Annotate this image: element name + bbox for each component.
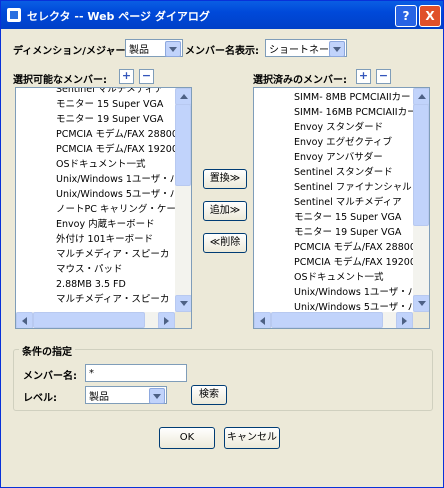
list-item[interactable]: モニター 19 Super VGA (16, 112, 175, 127)
collapse-available-button[interactable]: − (139, 69, 154, 84)
list-item[interactable]: Unix/Windows 1ユーザ・パック (254, 285, 413, 300)
chevron-down-icon[interactable] (329, 41, 345, 57)
app-icon (7, 8, 21, 22)
list-item[interactable]: Unix/Windows 1ユーザ・パック (16, 172, 175, 187)
chevron-down-icon[interactable] (165, 41, 181, 57)
scroll-corner (413, 312, 429, 328)
list-item[interactable]: 外付け 101キーボード (16, 232, 175, 247)
member-display-select[interactable]: ショートネーム (265, 39, 347, 57)
list-item[interactable]: Unix/Windows 5ユーザ・パック (16, 187, 175, 202)
list-item[interactable]: Sentinel マルチメディア (16, 88, 175, 97)
list-item[interactable]: Sentinel マルチメディア (254, 195, 413, 210)
scroll-right-icon[interactable] (158, 312, 175, 328)
scroll-thumb[interactable] (175, 104, 191, 186)
help-button[interactable]: ? (395, 5, 417, 27)
available-label: 選択可能なメンバー: (13, 75, 107, 86)
scroll-left-icon[interactable] (254, 312, 271, 328)
dimension-value: 製品 (129, 45, 149, 56)
chevron-down-icon[interactable] (149, 388, 165, 404)
list-item[interactable]: Envoy エグゼクティブ (254, 135, 413, 150)
selected-label: 選択済みのメンバー: (253, 75, 347, 86)
remove-button[interactable]: ≪削除 (203, 233, 247, 253)
list-item[interactable]: マルチメディア・スピーカ (16, 247, 175, 262)
list-item[interactable]: SIMM- 16MB PCMCIAIIカード (254, 105, 413, 120)
cancel-button[interactable]: キャンセル (224, 427, 280, 449)
scroll-corner (175, 312, 191, 328)
search-button[interactable]: 検索 (191, 385, 227, 405)
list-item[interactable]: マルチメディア・スピーカ (16, 292, 175, 307)
horizontal-scrollbar[interactable] (254, 312, 413, 328)
close-button[interactable]: X (419, 5, 441, 27)
horizontal-scrollbar[interactable] (16, 312, 175, 328)
list-item[interactable]: マウス・パッド (16, 262, 175, 277)
scroll-up-icon[interactable] (413, 88, 429, 105)
ok-button[interactable]: OK (159, 427, 215, 449)
selected-list[interactable]: SIMM- 8MB PCMCIAIIカード SIMM- 16MB PCMCIAII… (253, 87, 430, 329)
list-item[interactable]: Sentinel ファイナンシャル (254, 180, 413, 195)
list-item[interactable]: Envoy スタンダード (254, 120, 413, 135)
scroll-right-icon[interactable] (396, 312, 413, 328)
vertical-scrollbar[interactable] (413, 88, 429, 312)
scroll-down-icon[interactable] (413, 295, 429, 312)
list-item[interactable]: SIMM- 8MB PCMCIAIIカード (254, 90, 413, 105)
list-item[interactable]: PCMCIA モデム/FAX 28800I (16, 127, 175, 142)
dimension-label: ディメンション/メジャー名: (13, 46, 140, 57)
scroll-thumb[interactable] (413, 104, 429, 226)
list-item[interactable]: 2.88MB 3.5 FD (16, 277, 175, 292)
list-item[interactable]: モニター 15 Super VGA (254, 210, 413, 225)
list-item[interactable]: OSドキュメント一式 (254, 270, 413, 285)
list-item[interactable]: Envoy アンバサダー (254, 150, 413, 165)
title-bar[interactable]: セレクタ -- Web ページ ダイアログ ? X (1, 1, 443, 29)
add-button[interactable]: 追加≫ (203, 201, 247, 221)
window-title: セレクタ -- Web ページ ダイアログ (27, 10, 210, 23)
replace-button[interactable]: 置換≫ (203, 169, 247, 189)
dialog-window: セレクタ -- Web ページ ダイアログ ? X ディメンション/メジャー名:… (0, 0, 444, 488)
list-item[interactable]: OSドキュメント一式 (16, 157, 175, 172)
dimension-select[interactable]: 製品 (125, 39, 183, 57)
member-name-input[interactable] (85, 364, 187, 382)
level-select[interactable]: 製品 (85, 386, 167, 404)
scroll-left-icon[interactable] (16, 312, 33, 328)
scroll-thumb-horizontal[interactable] (33, 312, 145, 328)
list-item[interactable]: PCMCIA モデム/FAX 19200I (254, 255, 413, 270)
expand-selected-button[interactable]: + (356, 69, 371, 84)
list-item[interactable]: Envoy 内蔵キーボード (16, 217, 175, 232)
collapse-selected-button[interactable]: − (376, 69, 391, 84)
list-item[interactable]: Sentinel スタンダード (254, 165, 413, 180)
vertical-scrollbar[interactable] (175, 88, 191, 312)
member-name-field[interactable] (86, 365, 186, 381)
scroll-down-icon[interactable] (175, 295, 191, 312)
member-display-label: メンバー名表示: (185, 46, 259, 57)
list-item[interactable]: モニター 19 Super VGA (254, 225, 413, 240)
level-value: 製品 (89, 392, 109, 403)
level-label: レベル: (23, 393, 57, 404)
expand-available-button[interactable]: + (119, 69, 134, 84)
list-item[interactable]: PCMCIA モデム/FAX 19200I (16, 142, 175, 157)
scroll-thumb-horizontal[interactable] (271, 312, 383, 328)
list-item[interactable]: PCMCIA モデム/FAX 28800I (254, 240, 413, 255)
criteria-title: 条件の指定 (19, 343, 75, 358)
available-list[interactable]: Sentinel マルチメディア モニター 15 Super VGA モニター 19… (15, 87, 192, 329)
member-name-label: メンバー名: (23, 371, 77, 382)
list-item[interactable]: モニター 15 Super VGA (16, 97, 175, 112)
list-item[interactable]: ノートPC キャリング・ケース (16, 202, 175, 217)
scroll-up-icon[interactable] (175, 88, 191, 105)
